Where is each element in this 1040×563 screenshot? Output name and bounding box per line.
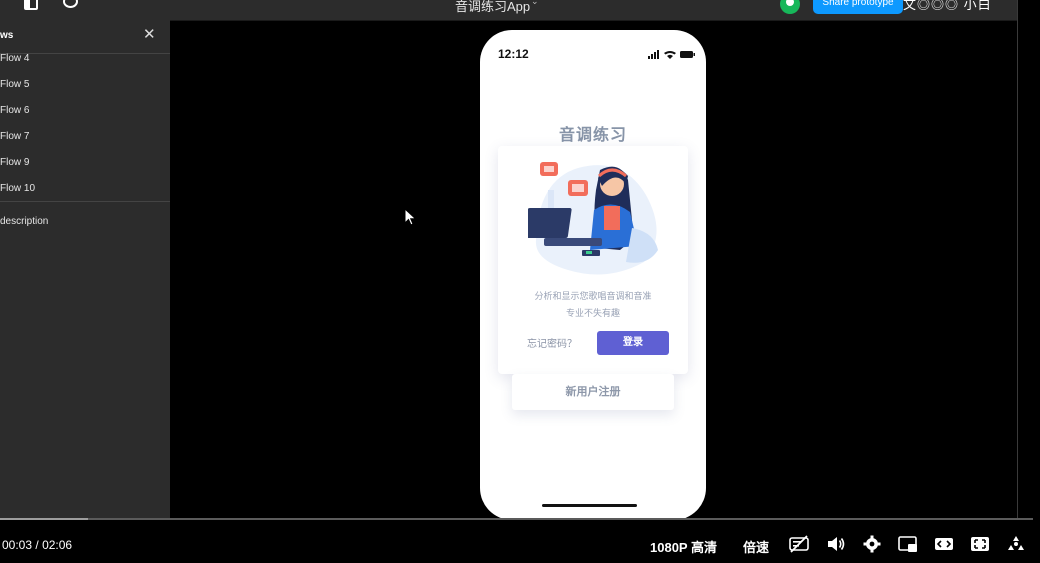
settings-gear-icon[interactable]: [862, 535, 882, 553]
login-card: 分析和显示您歌唱音调和音准 专业不失有趣 忘记密码？ 登录: [498, 146, 688, 374]
tagline-2: 专业不失有趣: [565, 308, 620, 318]
description-label[interactable]: description: [0, 216, 48, 227]
current-time: 00:03: [2, 538, 33, 552]
avatar[interactable]: [780, 0, 800, 14]
sidebar-toggle-icon[interactable]: [24, 0, 38, 10]
quality-button[interactable]: 1080P 高清: [650, 537, 717, 556]
mouse-cursor-icon: [404, 208, 417, 226]
divider: [1017, 0, 1018, 563]
volume-icon[interactable]: [826, 535, 846, 553]
register-button[interactable]: 新用户注册: [512, 374, 674, 410]
sidebar-item-flow-4[interactable]: Flow 4: [0, 48, 168, 70]
flows-sidebar: ws ✕ Flow 4 Flow 5 Flow 6 Flow 7 Flow 9 …: [0, 20, 170, 520]
danmaku-off-icon[interactable]: [789, 535, 809, 553]
tagline-1: 分析和显示您歌唱音调和音准: [534, 291, 652, 301]
close-icon[interactable]: ✕: [143, 27, 156, 42]
fullscreen-icon[interactable]: [970, 535, 990, 553]
status-time: 12:12: [498, 47, 529, 61]
overlay-text: 文◎◎◎ 小白: [903, 0, 992, 12]
phone-prototype: 12:12 音调练习 分析和显示您歌唱音调和音准 专业不失有趣 忘记密码？ 登录…: [480, 30, 706, 520]
chevron-down-icon[interactable]: ⌄: [531, 0, 539, 7]
login-button[interactable]: 登录: [597, 331, 669, 355]
duration: 02:06: [42, 538, 73, 552]
sidebar-divider: [0, 201, 170, 202]
forgot-password-link[interactable]: 忘记密码？: [527, 335, 577, 350]
comment-icon[interactable]: [63, 0, 78, 8]
wide-mode-icon[interactable]: [934, 535, 954, 553]
share-icon[interactable]: [1006, 535, 1026, 553]
sidebar-item-flow-10[interactable]: Flow 10: [0, 178, 168, 200]
time-separator: /: [35, 538, 39, 552]
speed-button[interactable]: 倍速: [743, 537, 769, 556]
sidebar-title: ws: [0, 30, 14, 41]
sidebar-item-flow-6[interactable]: Flow 6: [0, 100, 168, 122]
status-bar-icons: [648, 50, 695, 59]
video-time: 00:03 / 02:06: [2, 538, 72, 552]
sidebar-item-flow-7[interactable]: Flow 7: [0, 126, 168, 148]
illustration-woman-laptop: [528, 162, 658, 275]
file-title[interactable]: 音调练习App: [455, 0, 530, 15]
video-controls: 00:03 / 02:06 1080P 高清 倍速: [0, 520, 1040, 563]
sidebar-item-flow-9[interactable]: Flow 9: [0, 152, 168, 174]
share-prototype-button[interactable]: Share prototype: [813, 0, 903, 14]
home-indicator: [542, 504, 637, 507]
picture-in-picture-icon[interactable]: [898, 535, 918, 553]
page-title: 音调练习: [558, 127, 627, 144]
top-toolbar: 音调练习App ⌄ Share prototype 文◎◎◎ 小白: [0, 0, 1017, 21]
sidebar-item-flow-5[interactable]: Flow 5: [0, 74, 168, 96]
